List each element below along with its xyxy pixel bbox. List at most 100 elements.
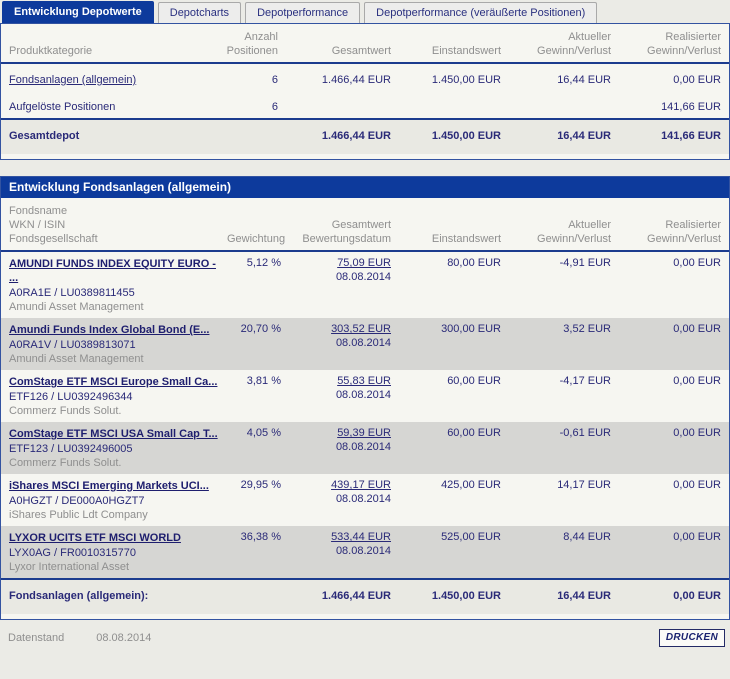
gesamtdepot-label: Gesamtdepot xyxy=(1,118,224,154)
fund-cost: 425,00 EUR xyxy=(441,479,501,491)
fund-current-pl: 8,44 EUR xyxy=(563,531,611,543)
header-gesamtwert-bewertungsdatum: Gesamtwert Bewertungsdatum xyxy=(281,198,391,252)
header-realisierter-gewinn-verlust: Realisierter Gewinn/Verlust xyxy=(611,198,729,252)
fund-company: Amundi Asset Management xyxy=(9,353,144,365)
fund-total-link[interactable]: 303,52 EUR xyxy=(331,323,391,335)
fund-cost: 525,00 EUR xyxy=(441,531,501,543)
tab-depotcharts[interactable]: Depotcharts xyxy=(157,2,242,23)
fund-current-pl: 3,52 EUR xyxy=(563,323,611,335)
fund-realized-pl: 0,00 EUR xyxy=(673,375,721,387)
fund-weight: 4,05 % xyxy=(246,427,281,439)
fund-wkn-isin: A0RA1V / LU0389813071 xyxy=(9,339,136,351)
fund-row-lyxor-world: LYXOR UCITS ETF MSCI WORLD LYX0AG / FR00… xyxy=(1,526,729,579)
fund-company: Commerz Funds Solut. xyxy=(9,405,122,417)
summary-row-fondsanlagen: Fondsanlagen (allgemein) 6 1.466,44 EUR … xyxy=(1,63,729,91)
fund-cost: 60,00 EUR xyxy=(447,375,501,387)
fund-current-pl: -0,61 EUR xyxy=(559,427,611,439)
datenstand-value: 08.08.2014 xyxy=(96,632,152,644)
fund-current-pl: 14,17 EUR xyxy=(557,479,611,491)
fund-total-link[interactable]: 55,83 EUR xyxy=(337,375,391,387)
summary-realized-pl: 0,00 EUR xyxy=(673,74,721,86)
funds-panel-title: Entwicklung Fondsanlagen (allgemein) xyxy=(1,177,729,198)
summary-header-row: Produktkategorie Anzahl Positionen Gesamt… xyxy=(1,24,729,64)
header-einstandswert: Einstandswert xyxy=(391,24,501,64)
fondsanlagen-link[interactable]: Fondsanlagen (allgemein) xyxy=(9,74,136,86)
fund-total-link[interactable]: 59,39 EUR xyxy=(337,427,391,439)
header-fondsname: Fondsname WKN / ISIN Fondsgesellschaft xyxy=(1,198,227,252)
fund-name-link[interactable]: LYXOR UCITS ETF MSCI WORLD xyxy=(9,532,181,544)
fund-total-link[interactable]: 75,09 EUR xyxy=(337,257,391,269)
summary-cost: 1.450,00 EUR xyxy=(431,74,501,86)
fund-realized-pl: 0,00 EUR xyxy=(673,257,721,269)
gesamtdepot-current-pl: 16,44 EUR xyxy=(501,118,611,154)
header-aktueller-gewinn-verlust: Aktueller Gewinn/Verlust xyxy=(501,24,611,64)
fund-valuation-date: 08.08.2014 xyxy=(335,271,391,283)
tab-depotperformance[interactable]: Depotperformance xyxy=(245,2,361,23)
datenstand-label: Datenstand xyxy=(8,632,65,644)
header-realisierter-gewinn-verlust: Realisierter Gewinn/Verlust xyxy=(611,24,729,64)
gesamtdepot-cost: 1.450,00 EUR xyxy=(391,118,501,154)
funds-total-label: Fondsanlagen (allgemein): xyxy=(1,578,227,614)
fund-company: Amundi Asset Management xyxy=(9,301,144,313)
summary-total xyxy=(278,91,391,119)
funds-total-cost: 1.450,00 EUR xyxy=(391,578,501,614)
fund-weight: 36,38 % xyxy=(240,531,281,543)
summary-positions: 6 xyxy=(271,101,278,113)
header-anzahl-positionen: Anzahl Positionen xyxy=(224,24,278,64)
fund-row-ishares-em: iShares MSCI Emerging Markets UCI... A0H… xyxy=(1,474,729,526)
fund-current-pl: -4,91 EUR xyxy=(559,257,611,269)
fund-row-comstage-usa: ComStage ETF MSCI USA Small Cap T... ETF… xyxy=(1,422,729,474)
tab-bar: Entwicklung Depotwerte Depotcharts Depot… xyxy=(0,0,730,23)
fund-realized-pl: 0,00 EUR xyxy=(673,479,721,491)
fund-valuation-date: 08.08.2014 xyxy=(335,441,391,453)
summary-total-row: Gesamtdepot 1.466,44 EUR 1.450,00 EUR 16… xyxy=(1,118,729,154)
summary-table: Produktkategorie Anzahl Positionen Gesamt… xyxy=(1,24,729,154)
fund-weight: 5,12 % xyxy=(246,257,281,269)
fund-total-link[interactable]: 533,44 EUR xyxy=(331,531,391,543)
fund-name-link[interactable]: Amundi Funds Index Global Bond (E... xyxy=(9,324,209,336)
fund-current-pl: -4,17 EUR xyxy=(559,375,611,387)
summary-total: 1.466,44 EUR xyxy=(321,74,391,86)
funds-total-value: 1.466,44 EUR xyxy=(281,578,391,614)
header-einstandswert: Einstandswert xyxy=(391,198,501,252)
fund-name-link[interactable]: iShares MSCI Emerging Markets UCI... xyxy=(9,480,209,492)
summary-current-pl: 16,44 EUR xyxy=(557,74,611,86)
fund-valuation-date: 08.08.2014 xyxy=(335,389,391,401)
fund-wkn-isin: A0HGZT / DE000A0HGZT7 xyxy=(9,495,145,507)
fund-row-amundi-equity: AMUNDI FUNDS INDEX EQUITY EURO - ... A0R… xyxy=(1,251,729,318)
fund-row-comstage-europe: ComStage ETF MSCI Europe Small Ca... ETF… xyxy=(1,370,729,422)
fund-cost: 300,00 EUR xyxy=(441,323,501,335)
fund-cost: 80,00 EUR xyxy=(447,257,501,269)
fund-name-link[interactable]: ComStage ETF MSCI Europe Small Ca... xyxy=(9,376,217,388)
fund-row-amundi-bond: Amundi Funds Index Global Bond (E... A0R… xyxy=(1,318,729,370)
fund-name-link[interactable]: ComStage ETF MSCI USA Small Cap T... xyxy=(9,428,218,440)
header-gesamtwert: Gesamtwert xyxy=(278,24,391,64)
fund-wkn-isin: A0RA1E / LU0389811455 xyxy=(9,287,135,299)
fund-wkn-isin: ETF123 / LU0392496005 xyxy=(9,443,133,455)
print-button[interactable]: DRUCKEN xyxy=(658,629,725,647)
tab-depotperformance-veraeusserte[interactable]: Depotperformance (veräußerte Positionen) xyxy=(364,2,598,23)
fund-company: iShares Public Ldt Company xyxy=(9,509,148,521)
funds-header-row: Fondsname WKN / ISIN Fondsgesellschaft Gew… xyxy=(1,198,729,252)
summary-positions: 6 xyxy=(271,74,278,86)
funds-total-row: Fondsanlagen (allgemein): 1.466,44 EUR 1… xyxy=(1,578,729,614)
summary-row-aufgeloeste: Aufgelöste Positionen 6 141,66 EUR xyxy=(1,91,729,119)
funds-total-realized-pl: 0,00 EUR xyxy=(611,578,729,614)
gesamtdepot-total: 1.466,44 EUR xyxy=(278,118,391,154)
fund-wkn-isin: ETF126 / LU0392496344 xyxy=(9,391,133,403)
tab-entwicklung-depotwerte[interactable]: Entwicklung Depotwerte xyxy=(2,1,154,23)
fund-valuation-date: 08.08.2014 xyxy=(335,493,391,505)
gesamtdepot-realized-pl: 141,66 EUR xyxy=(611,118,729,154)
header-produktkategorie: Produktkategorie xyxy=(1,24,224,64)
fund-weight: 29,95 % xyxy=(240,479,281,491)
header-gewichtung: Gewichtung xyxy=(227,198,285,252)
fund-weight: 3,81 % xyxy=(246,375,281,387)
fund-realized-pl: 0,00 EUR xyxy=(673,531,721,543)
fund-company: Commerz Funds Solut. xyxy=(9,457,122,469)
fund-name-link[interactable]: AMUNDI FUNDS INDEX EQUITY EURO - ... xyxy=(9,258,216,284)
summary-category: Aufgelöste Positionen xyxy=(9,101,116,113)
fund-total-link[interactable]: 439,17 EUR xyxy=(331,479,391,491)
fund-cost: 60,00 EUR xyxy=(447,427,501,439)
fund-valuation-date: 08.08.2014 xyxy=(335,337,391,349)
fund-weight: 20,70 % xyxy=(240,323,281,335)
